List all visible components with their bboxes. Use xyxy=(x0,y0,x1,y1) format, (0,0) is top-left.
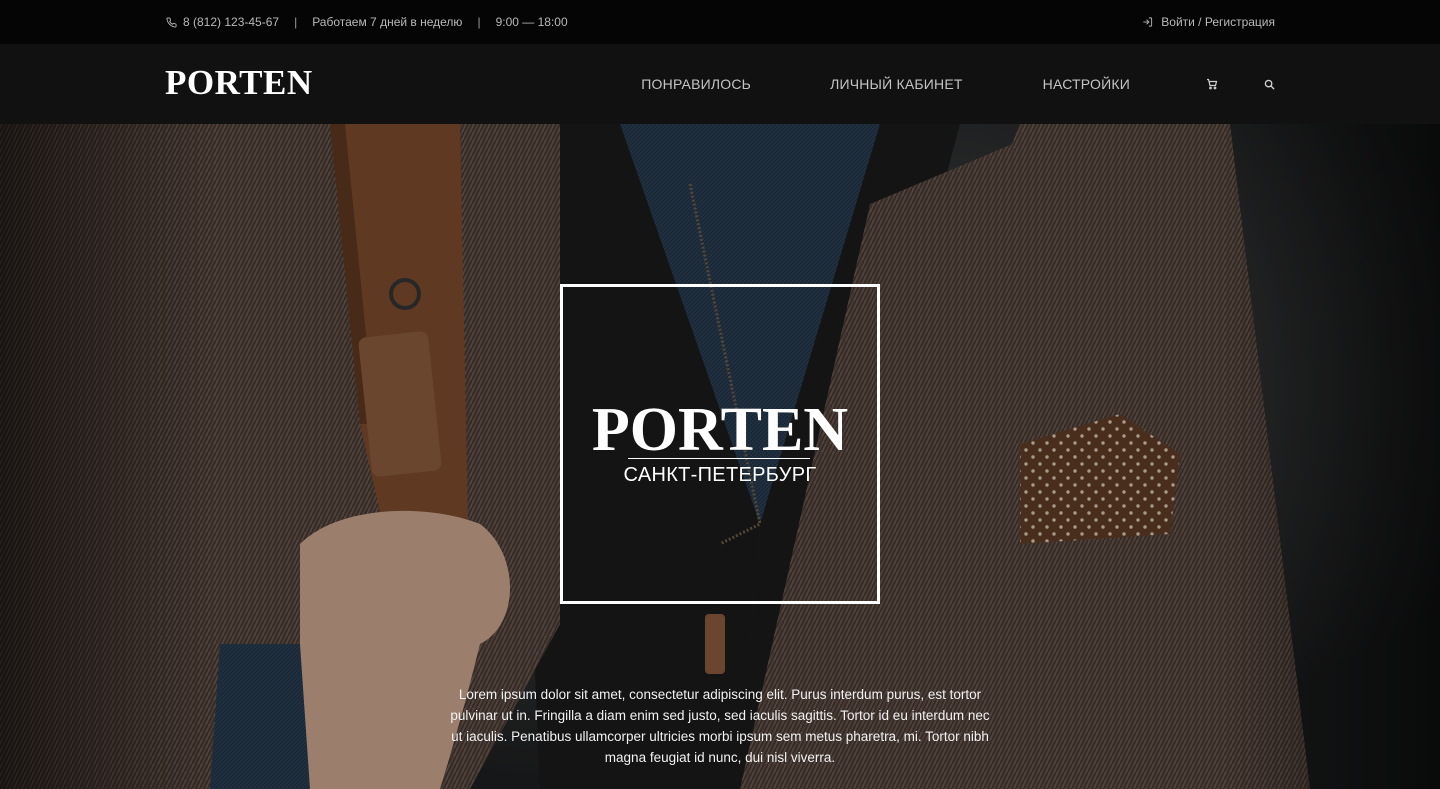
phone-link[interactable]: 8 (812) 123-45-67 xyxy=(166,15,279,29)
site-logo[interactable]: PORTEN xyxy=(165,63,313,103)
hero-city: САНКТ-ПЕТЕРБУРГ xyxy=(623,464,817,486)
divider: | xyxy=(294,15,298,29)
nav-settings[interactable]: НАСТРОЙКИ xyxy=(1043,76,1130,92)
top-bar: 8 (812) 123-45-67 | Работаем 7 дней в не… xyxy=(0,0,1440,44)
contact-info: 8 (812) 123-45-67 | Работаем 7 дней в не… xyxy=(166,15,568,29)
phone-number: 8 (812) 123-45-67 xyxy=(183,15,280,29)
divider: | xyxy=(477,15,481,29)
hero-title: PORTEN xyxy=(591,396,849,464)
search-icon[interactable] xyxy=(1264,79,1275,90)
main-header: PORTEN ПОНРАВИЛОСЬ ЛИЧНЫЙ КАБИНЕТ НАСТРО… xyxy=(0,44,1440,124)
login-link[interactable]: Войти / Регистрация xyxy=(1142,15,1275,29)
main-nav: ПОНРАВИЛОСЬ ЛИЧНЫЙ КАБИНЕТ НАСТРОЙКИ xyxy=(641,44,1275,124)
cart-icon[interactable] xyxy=(1206,78,1218,90)
login-label: Войти / Регистрация xyxy=(1161,15,1275,29)
phone-icon xyxy=(166,16,177,28)
login-icon xyxy=(1142,16,1153,28)
nav-account[interactable]: ЛИЧНЫЙ КАБИНЕТ xyxy=(830,76,963,92)
hero-banner: PORTEN САНКТ-ПЕТЕРБУРГ Lorem ipsum dolor… xyxy=(0,124,1440,789)
hero-description: Lorem ipsum dolor sit amet, consectetur … xyxy=(450,687,990,765)
working-hours: 9:00 — 18:00 xyxy=(495,15,568,29)
schedule-text: Работаем 7 дней в неделю xyxy=(312,15,463,29)
title-divider xyxy=(628,458,810,459)
nav-favorites[interactable]: ПОНРАВИЛОСЬ xyxy=(641,76,751,92)
hero-title-frame: PORTEN САНКТ-ПЕТЕРБУРГ xyxy=(560,284,880,604)
